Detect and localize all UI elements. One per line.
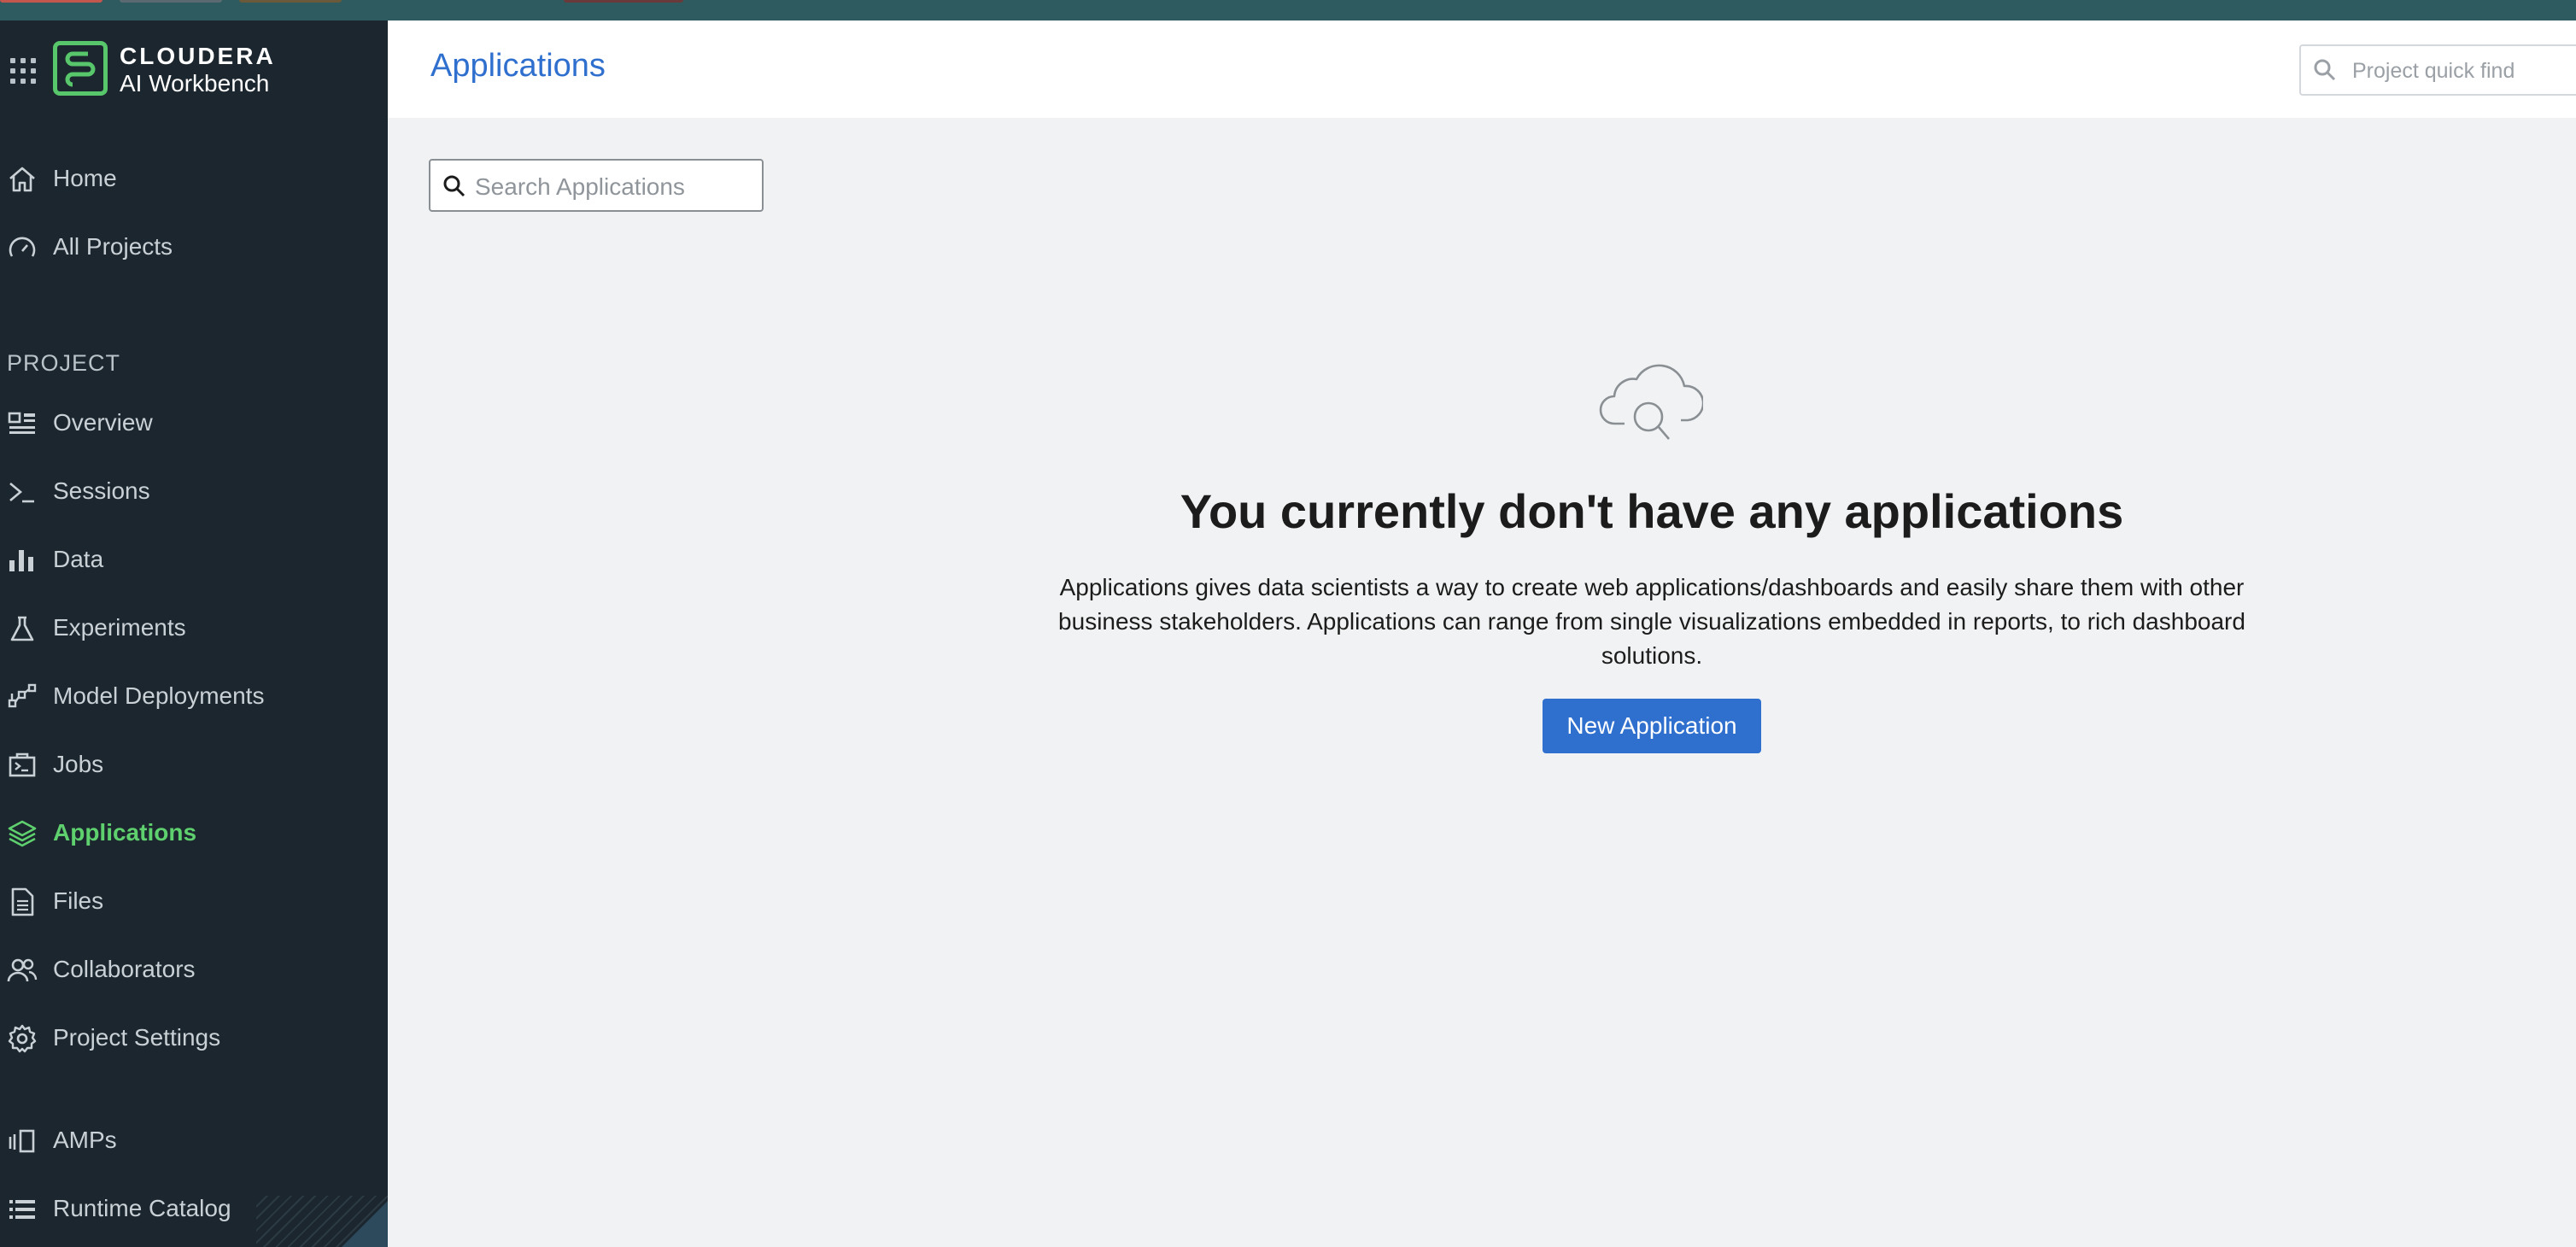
sidebar-item-label: Collaborators	[53, 956, 196, 982]
sidebar-item-label: AMPs	[53, 1127, 117, 1153]
layers-icon	[8, 820, 37, 847]
sidebar-item-all-projects[interactable]: All Projects	[0, 217, 388, 277]
sidebar-item-label: All Projects	[53, 233, 173, 260]
search-applications-input[interactable]	[473, 171, 758, 203]
terminal-icon	[9, 483, 34, 503]
cloudera-logo-icon[interactable]	[53, 41, 108, 96]
jobs-icon	[9, 752, 36, 777]
sidebar-item-label: Files	[53, 887, 104, 914]
gear-icon	[8, 1024, 37, 1053]
list-icon	[9, 1200, 35, 1219]
empty-state-description: Applications gives data scientists a way…	[1058, 574, 2245, 669]
page-title: Applications	[430, 48, 606, 84]
empty-state-title: You currently don't have any application…	[1180, 484, 2124, 538]
sidebar-item-data[interactable]: Data	[0, 530, 388, 589]
sidebar-item-label: Jobs	[53, 751, 104, 777]
amps-icon	[9, 1129, 35, 1153]
sidebar-item-applications[interactable]: Applications	[0, 803, 388, 863]
sidebar-item-collaborators[interactable]: Collaborators	[0, 940, 388, 999]
sidebar-item-model-deployments[interactable]: Model Deployments	[0, 666, 388, 726]
browser-tab-indicator	[0, 0, 102, 3]
app-switcher-icon[interactable]	[10, 58, 36, 84]
brand-name: CLOUDERA	[120, 43, 276, 69]
search-icon	[443, 175, 465, 197]
quick-find-input[interactable]	[2351, 55, 2576, 87]
cloud-search-icon	[1599, 364, 1703, 440]
network-icon	[8, 683, 37, 708]
sidebar-item-amps[interactable]: AMPs	[0, 1110, 388, 1170]
sidebar: CLOUDERA AI Workbench Home All Projects …	[0, 20, 388, 1247]
gauge-icon	[9, 237, 36, 257]
people-icon	[7, 958, 38, 982]
home-icon	[9, 167, 35, 192]
sidebar-item-files[interactable]: Files	[0, 871, 388, 931]
search-applications-box[interactable]	[429, 159, 764, 212]
sidebar-item-label: Experiments	[53, 614, 186, 641]
sidebar-item-label: Model Deployments	[53, 682, 265, 709]
page-header: Applications	[388, 20, 2576, 118]
sidebar-item-label: Project Settings	[53, 1024, 221, 1051]
sidebar-item-overview[interactable]: Overview	[0, 393, 388, 453]
browser-tab-indicator	[239, 0, 342, 3]
sidebar-item-project-settings[interactable]: Project Settings	[0, 1008, 388, 1068]
sidebar-item-label: Runtime Catalog	[53, 1195, 231, 1221]
search-icon	[2314, 59, 2336, 81]
sidebar-item-experiments[interactable]: Experiments	[0, 598, 388, 658]
browser-tab-indicator	[120, 0, 222, 3]
sidebar-item-label: Data	[53, 546, 104, 572]
new-application-button[interactable]: New Application	[1543, 699, 1761, 753]
project-quick-find[interactable]	[2299, 44, 2576, 96]
sidebar-item-home[interactable]: Home	[0, 149, 388, 208]
overview-icon	[8, 412, 35, 434]
sidebar-item-label: Sessions	[53, 477, 150, 504]
product-name: AI Workbench	[120, 70, 270, 97]
file-icon	[11, 887, 34, 916]
section-label-project: PROJECT	[7, 350, 121, 376]
sidebar-item-sessions[interactable]: Sessions	[0, 461, 388, 521]
sidebar-item-label: Home	[53, 165, 117, 191]
browser-top-strip	[0, 0, 2576, 20]
sidebar-item-jobs[interactable]: Jobs	[0, 735, 388, 794]
sidebar-item-label: Applications	[53, 819, 197, 846]
sidebar-item-label: Overview	[53, 409, 153, 436]
bar-chart-icon	[9, 550, 33, 571]
browser-tab-indicator	[564, 0, 683, 3]
flask-icon	[10, 616, 34, 641]
